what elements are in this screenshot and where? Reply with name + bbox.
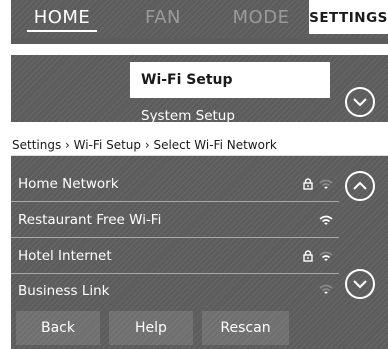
help-button[interactable]: Help bbox=[109, 311, 193, 345]
tab-bar-divider bbox=[11, 38, 388, 44]
chevron-down-icon bbox=[353, 280, 367, 289]
network-name: Hotel Internet bbox=[18, 248, 112, 264]
scroll-down-button[interactable] bbox=[345, 269, 375, 299]
lock-icon bbox=[303, 250, 313, 262]
wifi-weak-icon bbox=[319, 284, 333, 294]
back-button[interactable]: Back bbox=[16, 311, 100, 345]
breadcrumb: Settings › Wi-Fi Setup › Select Wi-Fi Ne… bbox=[11, 134, 388, 156]
network-name: Business Link bbox=[18, 283, 110, 299]
wifi-strong-icon bbox=[319, 215, 333, 225]
tab-settings[interactable]: SETTINGS bbox=[309, 0, 388, 34]
rescan-button[interactable]: Rescan bbox=[202, 311, 289, 345]
lock-icon bbox=[303, 178, 313, 190]
active-tab-indicator bbox=[27, 30, 97, 32]
wifi-network-panel: Settings › Wi-Fi Setup › Select Wi-Fi Ne… bbox=[11, 134, 388, 349]
bottom-button-bar: Back Help Rescan bbox=[11, 301, 388, 349]
network-row-home[interactable]: Home Network bbox=[11, 166, 339, 202]
menu-item-wifi-setup[interactable]: Wi-Fi Setup bbox=[130, 62, 330, 98]
chevron-down-icon bbox=[353, 98, 367, 107]
wifi-medium-icon bbox=[319, 251, 333, 261]
network-name: Restaurant Free Wi-Fi bbox=[18, 212, 162, 228]
top-tab-bar: HOME FAN MODE SETTINGS bbox=[11, 0, 388, 44]
network-row-business[interactable]: Business Link bbox=[11, 274, 339, 301]
network-row-restaurant[interactable]: Restaurant Free Wi-Fi bbox=[11, 202, 339, 238]
network-name: Home Network bbox=[18, 176, 119, 192]
tab-fan[interactable]: FAN bbox=[113, 0, 213, 34]
menu-item-system-setup[interactable]: System Setup bbox=[130, 99, 330, 122]
scroll-up-button[interactable] bbox=[345, 171, 375, 201]
wifi-weak-icon bbox=[319, 179, 333, 189]
tab-home[interactable]: HOME bbox=[11, 0, 113, 34]
settings-menu-panel: Wi-Fi Setup System Setup bbox=[11, 55, 388, 122]
tab-mode[interactable]: MODE bbox=[213, 0, 309, 34]
scroll-down-button[interactable] bbox=[345, 87, 375, 117]
network-row-hotel[interactable]: Hotel Internet bbox=[11, 238, 339, 274]
chevron-up-icon bbox=[353, 181, 367, 190]
